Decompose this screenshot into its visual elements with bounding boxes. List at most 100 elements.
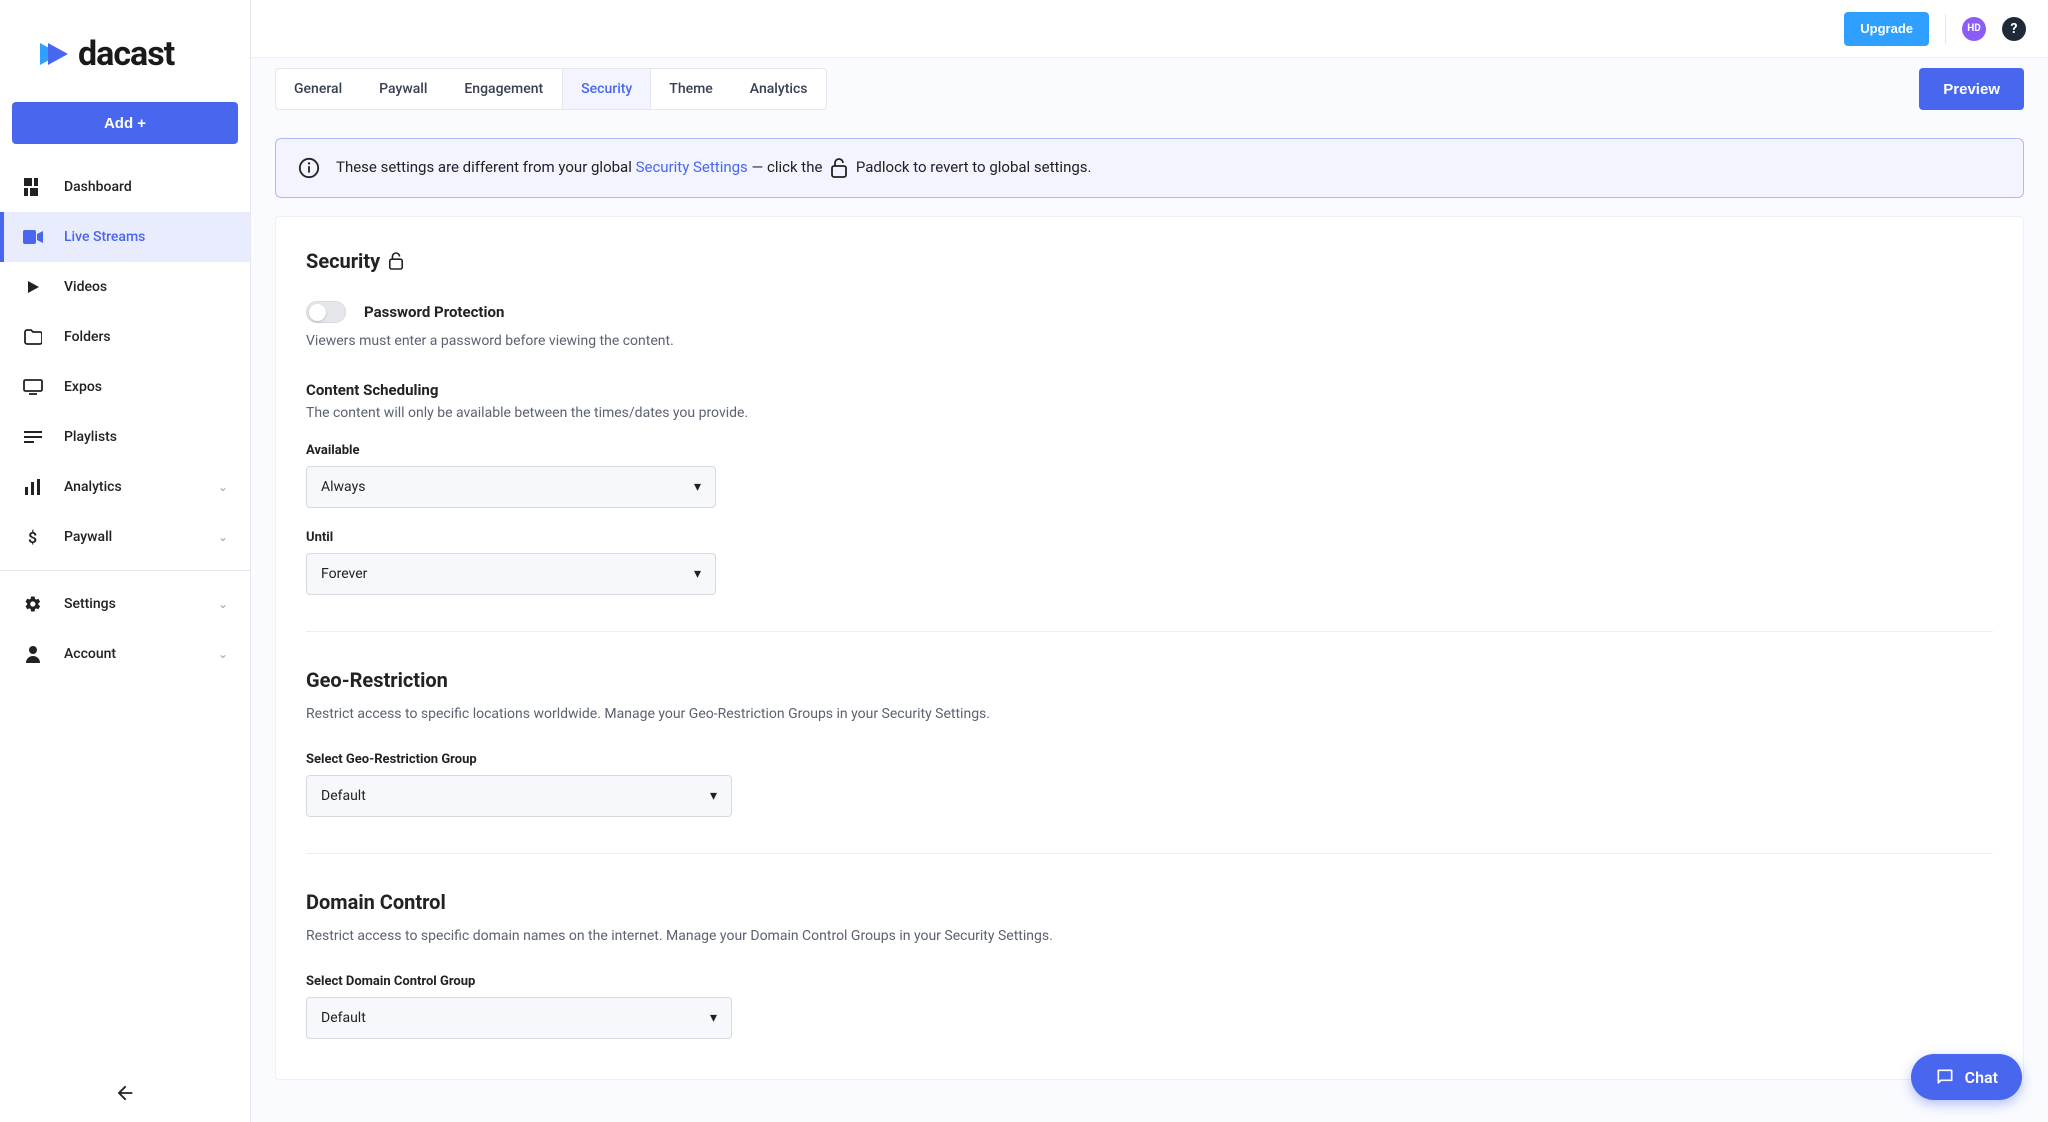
available-value: Always [321, 479, 365, 495]
banner-prefix: These settings are different from your g… [336, 158, 636, 176]
tab-security[interactable]: Security [562, 69, 651, 109]
sidebar-item-live-streams[interactable]: Live Streams [0, 212, 250, 262]
padlock-open-icon [830, 158, 848, 178]
domain-group-label: Select Domain Control Group [306, 974, 1993, 989]
security-card: Security Password Protection Viewers mus… [275, 216, 2024, 1080]
available-label: Available [306, 443, 1993, 458]
sidebar-item-label: Account [64, 646, 116, 662]
domain-group-select[interactable]: Default ▾ [306, 997, 732, 1039]
sidebar-nav: Dashboard Live Streams Videos Folders [0, 162, 250, 1122]
until-value: Forever [321, 566, 367, 582]
sidebar-item-dashboard[interactable]: Dashboard [0, 162, 250, 212]
bar-chart-icon [22, 479, 44, 495]
padlock-open-icon [388, 252, 404, 270]
content-scheduling-desc: The content will only be available betwe… [306, 405, 1993, 421]
add-button[interactable]: Add + [12, 102, 238, 144]
main: Upgrade HD ? General Paywall Engagement … [251, 0, 2048, 1122]
caret-down-icon: ▾ [694, 479, 701, 495]
info-icon [298, 157, 320, 179]
divider [306, 853, 1993, 854]
svg-text:$: $ [28, 528, 37, 546]
password-protection-toggle[interactable] [306, 301, 346, 323]
security-heading: Security [306, 249, 1993, 273]
folder-icon [22, 329, 44, 345]
caret-down-icon: ▾ [710, 788, 717, 804]
security-heading-text: Security [306, 249, 380, 273]
upgrade-button[interactable]: Upgrade [1844, 12, 1929, 46]
help-icon[interactable]: ? [2002, 17, 2026, 41]
dollar-icon: $ [22, 528, 44, 546]
video-camera-icon [22, 230, 44, 244]
domain-group-value: Default [321, 1010, 366, 1026]
chevron-down-icon: ⌄ [218, 597, 228, 611]
sidebar-item-label: Folders [64, 329, 111, 345]
tab-theme[interactable]: Theme [651, 69, 732, 109]
available-select[interactable]: Always ▾ [306, 466, 716, 508]
avatar[interactable]: HD [1962, 17, 1986, 41]
brand-name: dacast [78, 34, 174, 74]
until-select[interactable]: Forever ▾ [306, 553, 716, 595]
topbar: Upgrade HD ? [251, 0, 2048, 58]
sidebar-item-account[interactable]: Account ⌄ [0, 629, 250, 679]
geo-restriction-section: Geo-Restriction Restrict access to speci… [306, 668, 1993, 817]
chevron-down-icon: ⌄ [218, 530, 228, 544]
password-protection-desc: Viewers must enter a password before vie… [306, 333, 1993, 349]
tabs: General Paywall Engagement Security Them… [275, 68, 827, 110]
sidebar-item-label: Paywall [64, 529, 112, 545]
sidebar-item-label: Playlists [64, 429, 117, 445]
geo-group-select[interactable]: Default ▾ [306, 775, 732, 817]
preview-button[interactable]: Preview [1919, 68, 2024, 110]
geo-restriction-title: Geo-Restriction [306, 668, 1993, 692]
domain-control-desc: Restrict access to specific domain names… [306, 928, 1993, 944]
sidebar-item-label: Live Streams [64, 229, 145, 245]
collapse-sidebar-button[interactable] [0, 1082, 250, 1104]
sidebar-item-settings[interactable]: Settings ⌄ [0, 579, 250, 629]
caret-down-icon: ▾ [694, 566, 701, 582]
sidebar: dacast Add + Dashboard Live Streams [0, 0, 251, 1122]
geo-group-label: Select Geo-Restriction Group [306, 752, 1993, 767]
playlist-icon [22, 430, 44, 444]
content-scheduling-title: Content Scheduling [306, 381, 1993, 399]
sidebar-item-analytics[interactable]: Analytics ⌄ [0, 462, 250, 512]
chat-icon [1935, 1067, 1955, 1087]
sidebar-item-label: Expos [64, 379, 102, 395]
chevron-down-icon: ⌄ [218, 480, 228, 494]
tab-analytics[interactable]: Analytics [732, 69, 827, 109]
chat-button[interactable]: Chat [1911, 1054, 2022, 1100]
password-protection-title: Password Protection [364, 303, 504, 321]
person-icon [22, 645, 44, 663]
sidebar-item-label: Videos [64, 279, 107, 295]
tab-general[interactable]: General [276, 69, 361, 109]
domain-control-title: Domain Control [306, 890, 1993, 914]
caret-down-icon: ▾ [710, 1010, 717, 1026]
play-icon [22, 279, 44, 295]
divider [306, 631, 1993, 632]
sidebar-item-expos[interactable]: Expos [0, 362, 250, 412]
sidebar-item-label: Dashboard [64, 179, 132, 195]
content-scheduling-section: Content Scheduling The content will only… [306, 381, 1993, 595]
banner-suffix: Padlock to revert to global settings. [856, 158, 1092, 176]
domain-control-section: Domain Control Restrict access to specif… [306, 890, 1993, 1039]
sidebar-item-label: Settings [64, 596, 116, 612]
geo-group-value: Default [321, 788, 366, 804]
banner-text: These settings are different from your g… [336, 158, 1091, 178]
dashboard-icon [22, 178, 44, 196]
sidebar-item-label: Analytics [64, 479, 122, 495]
security-settings-link[interactable]: Security Settings [636, 158, 748, 176]
banner-mid: — click the [748, 158, 826, 176]
until-label: Until [306, 530, 1993, 545]
sidebar-item-playlists[interactable]: Playlists [0, 412, 250, 462]
gear-icon [22, 595, 44, 613]
sidebar-item-paywall[interactable]: $ Paywall ⌄ [0, 512, 250, 562]
tab-engagement[interactable]: Engagement [446, 69, 562, 109]
brand-logo-icon [38, 39, 72, 69]
sidebar-item-folders[interactable]: Folders [0, 312, 250, 362]
logo[interactable]: dacast [0, 0, 250, 102]
tab-paywall[interactable]: Paywall [361, 69, 446, 109]
chevron-down-icon: ⌄ [218, 647, 228, 661]
password-protection-section: Password Protection Viewers must enter a… [306, 301, 1993, 349]
monitor-icon [22, 379, 44, 395]
chat-label: Chat [1965, 1068, 1998, 1087]
sidebar-item-videos[interactable]: Videos [0, 262, 250, 312]
divider [1945, 14, 1946, 44]
